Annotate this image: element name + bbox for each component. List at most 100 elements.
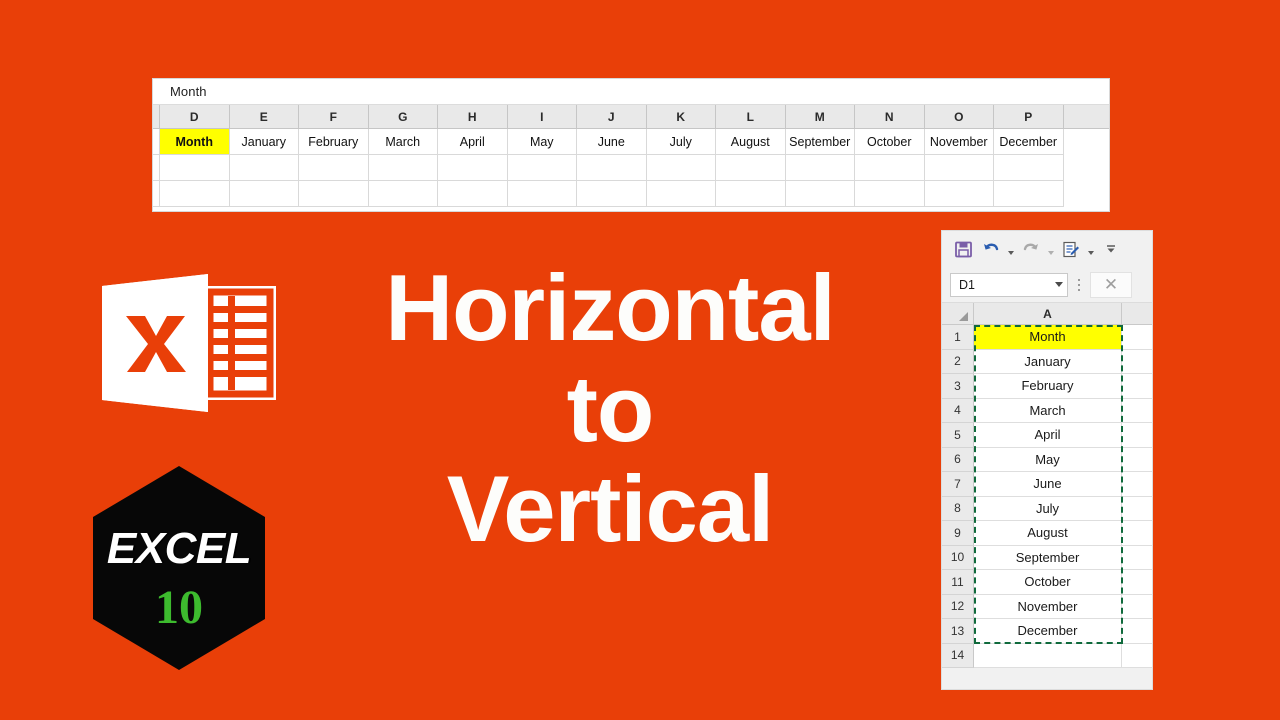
cell-a14[interactable]	[974, 643, 1122, 668]
cancel-button[interactable]: ✕	[1090, 271, 1132, 298]
row-header-6[interactable]: 6	[942, 447, 974, 472]
row-header-10[interactable]: 10	[942, 545, 974, 570]
customize-qat-icon[interactable]	[1098, 236, 1124, 262]
cell-a5[interactable]: April	[974, 423, 1122, 448]
cell-m1[interactable]: September	[785, 129, 855, 155]
undo-icon[interactable]	[978, 236, 1004, 262]
empty-cell[interactable]	[716, 155, 786, 181]
cell-month-highlighted[interactable]: Month	[160, 129, 230, 155]
cell-b14[interactable]	[1122, 643, 1152, 668]
cell-b6[interactable]	[1122, 447, 1152, 472]
column-header-o[interactable]: O	[924, 105, 994, 128]
cell-b5[interactable]	[1122, 423, 1152, 448]
row-header-4[interactable]: 4	[942, 398, 974, 423]
redo-icon[interactable]	[1018, 236, 1044, 262]
column-header-n[interactable]: N	[855, 105, 925, 128]
empty-cell[interactable]	[438, 181, 508, 207]
row-header-5[interactable]: 5	[942, 423, 974, 448]
quick-print-icon[interactable]	[1058, 236, 1084, 262]
row-header-8[interactable]: 8	[942, 496, 974, 521]
column-header-m[interactable]: M	[785, 105, 855, 128]
cell-b10[interactable]	[1122, 545, 1152, 570]
empty-cell[interactable]	[160, 181, 230, 207]
row-header-13[interactable]: 13	[942, 619, 974, 644]
cell-f1[interactable]: February	[299, 129, 369, 155]
chevron-down-icon[interactable]	[1055, 282, 1063, 287]
name-box[interactable]: D1	[950, 272, 1068, 297]
undo-dropdown-icon[interactable]	[1006, 236, 1016, 262]
empty-cell[interactable]	[299, 155, 369, 181]
cell-a13[interactable]: December	[974, 619, 1122, 644]
cell-b1[interactable]	[1122, 325, 1152, 350]
save-icon[interactable]	[950, 236, 976, 262]
empty-cell[interactable]	[716, 181, 786, 207]
cell-b12[interactable]	[1122, 594, 1152, 619]
formula-bar[interactable]: Month	[153, 79, 1109, 105]
cell-a11[interactable]: October	[974, 570, 1122, 595]
empty-cell[interactable]	[924, 155, 994, 181]
cell-b3[interactable]	[1122, 374, 1152, 399]
quick-print-dropdown-icon[interactable]	[1086, 236, 1096, 262]
empty-cell[interactable]	[785, 181, 855, 207]
column-header-h[interactable]: H	[438, 105, 508, 128]
cell-k1[interactable]: July	[646, 129, 716, 155]
empty-cell[interactable]	[785, 155, 855, 181]
empty-cell[interactable]	[855, 181, 925, 207]
cell-i1[interactable]: May	[507, 129, 577, 155]
row-header-1[interactable]: 1	[942, 325, 974, 350]
row-header-2[interactable]: 2	[942, 349, 974, 374]
empty-cell[interactable]	[299, 181, 369, 207]
select-all-icon[interactable]	[942, 303, 974, 324]
column-header-k[interactable]: K	[646, 105, 716, 128]
column-header-d[interactable]: D	[160, 105, 230, 128]
empty-cell[interactable]	[924, 181, 994, 207]
cell-n1[interactable]: October	[855, 129, 925, 155]
cell-b4[interactable]	[1122, 398, 1152, 423]
cell-b8[interactable]	[1122, 496, 1152, 521]
cell-a1[interactable]: Month	[974, 325, 1122, 350]
cell-j1[interactable]: June	[577, 129, 647, 155]
column-header-j[interactable]: J	[577, 105, 647, 128]
cell-b2[interactable]	[1122, 349, 1152, 374]
empty-cell[interactable]	[507, 181, 577, 207]
cell-a6[interactable]: May	[974, 447, 1122, 472]
cell-a2[interactable]: January	[974, 349, 1122, 374]
cell-a4[interactable]: March	[974, 398, 1122, 423]
empty-cell[interactable]	[153, 155, 160, 181]
column-header-f[interactable]: F	[299, 105, 369, 128]
column-header-g[interactable]: G	[368, 105, 438, 128]
cell-b9[interactable]	[1122, 521, 1152, 546]
column-header-p[interactable]: P	[994, 105, 1064, 128]
cell-h1[interactable]: April	[438, 129, 508, 155]
column-header-c[interactable]	[153, 105, 160, 128]
empty-cell[interactable]	[160, 155, 230, 181]
cell-c1[interactable]	[153, 129, 160, 155]
empty-cell[interactable]	[368, 155, 438, 181]
empty-cell[interactable]	[994, 155, 1064, 181]
empty-cell[interactable]	[577, 155, 647, 181]
cell-e1[interactable]: January	[229, 129, 299, 155]
empty-cell[interactable]	[229, 181, 299, 207]
cell-b11[interactable]	[1122, 570, 1152, 595]
empty-cell[interactable]	[577, 181, 647, 207]
empty-cell[interactable]	[855, 155, 925, 181]
row-header-9[interactable]: 9	[942, 521, 974, 546]
row-header-14[interactable]: 14	[942, 643, 974, 668]
cell-o1[interactable]: November	[924, 129, 994, 155]
empty-cell[interactable]	[229, 155, 299, 181]
empty-cell[interactable]	[438, 155, 508, 181]
cell-p1[interactable]: December	[994, 129, 1064, 155]
column-header-l[interactable]: L	[716, 105, 786, 128]
empty-cell[interactable]	[646, 181, 716, 207]
row-header-3[interactable]: 3	[942, 374, 974, 399]
cell-b13[interactable]	[1122, 619, 1152, 644]
row-header-11[interactable]: 11	[942, 570, 974, 595]
column-header-b[interactable]	[1122, 303, 1152, 324]
cell-a10[interactable]: September	[974, 545, 1122, 570]
cell-g1[interactable]: March	[368, 129, 438, 155]
row-header-7[interactable]: 7	[942, 472, 974, 497]
cell-a12[interactable]: November	[974, 594, 1122, 619]
cell-b7[interactable]	[1122, 472, 1152, 497]
column-header-e[interactable]: E	[229, 105, 299, 128]
empty-cell[interactable]	[507, 155, 577, 181]
